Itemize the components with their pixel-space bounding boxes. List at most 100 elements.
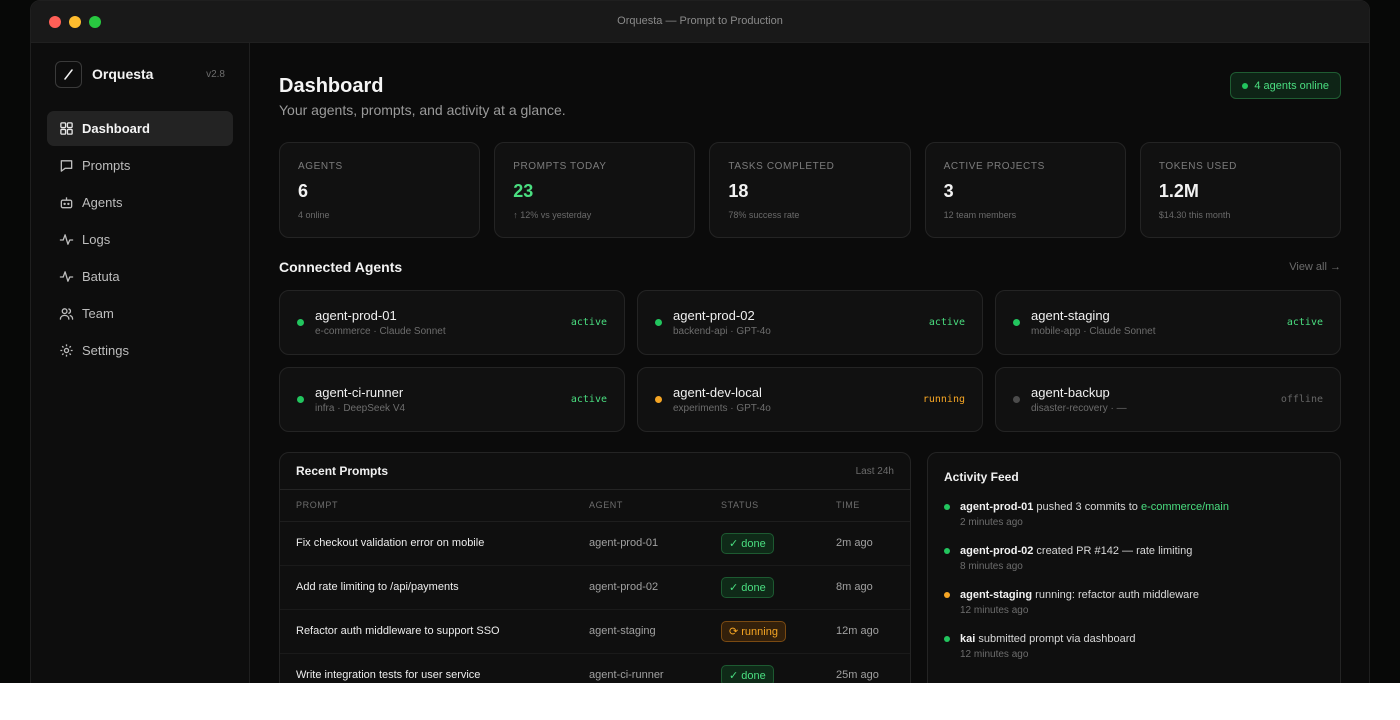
prompt-cell: Fix checkout validation error on mobile — [280, 521, 589, 566]
feed-dot-icon — [944, 548, 950, 554]
stat-label: PROMPTS TODAY — [513, 161, 607, 172]
agent-card[interactable]: agent-ci-runner infra · DeepSeek V4 activ… — [279, 367, 625, 432]
sidebar-item-prompts[interactable]: Prompts — [47, 148, 233, 183]
sidebar-item-batuta[interactable]: Batuta — [47, 259, 233, 294]
stat-sub: 78% success rate — [728, 210, 800, 220]
feed-item: agent-prod-02 created PR #142 — rate lim… — [944, 544, 1324, 572]
agent-card[interactable]: agent-dev-local experiments · GPT-4o runn… — [637, 367, 983, 432]
agent-meta: experiments · GPT-4o — [673, 403, 771, 414]
feed-actor: agent-prod-02 — [960, 545, 1034, 557]
prompt-cell: Add rate limiting to /api/payments — [280, 565, 589, 610]
table-row[interactable]: Refactor auth middleware to support SSO … — [280, 609, 910, 654]
stat-card-tasks-completed: TASKS COMPLETED 18 78% success rate — [709, 142, 911, 238]
agents-online-badge: 4 agents online — [1230, 72, 1341, 99]
feed-text: agent-prod-01 pushed 3 commits to e-comm… — [960, 500, 1229, 514]
agent-status: active — [928, 317, 965, 328]
agents-online-label: 4 agents online — [1254, 79, 1329, 92]
feed-time: 2 minutes ago — [960, 517, 1023, 528]
agent-name: agent-backup — [1031, 385, 1110, 400]
prompt-cell: Refactor auth middleware to support SSO — [280, 609, 589, 654]
feed-text: agent-staging running: refactor auth mid… — [960, 588, 1199, 602]
gear-icon — [60, 344, 73, 357]
agent-meta: disaster-recovery · — — [1031, 403, 1127, 414]
time-cell: 2m ago — [836, 521, 910, 566]
sidebar: Orquesta v2.8 Dashboard Prompts Agents L… — [31, 43, 250, 683]
status-badge: ✓ done — [721, 576, 774, 598]
grid-icon — [60, 122, 73, 135]
agent-card[interactable]: agent-prod-02 backend-api · GPT-4o active — [637, 290, 983, 355]
agent-name: agent-dev-local — [673, 385, 762, 400]
column-header-status[interactable]: STATUS — [721, 490, 836, 522]
stat-sub: ↑ 12% vs yesterday — [513, 210, 592, 220]
feed-actor: kai — [960, 633, 976, 645]
feed-action: submitted prompt via dashboard — [975, 633, 1136, 645]
column-header-prompt[interactable]: PROMPT — [280, 490, 589, 522]
app-window: Orquesta — Prompt to Production Orquesta… — [30, 0, 1370, 683]
agent-card[interactable]: agent-prod-01 e-commerce · Claude Sonnet … — [279, 290, 625, 355]
feed-item: agent-prod-01 pushed 3 commits to e-comm… — [944, 500, 1324, 528]
status-dot-icon — [1013, 319, 1020, 326]
sidebar-item-team[interactable]: Team — [47, 296, 233, 331]
online-dot-icon — [1242, 82, 1249, 89]
sidebar-item-label: Agents — [82, 195, 123, 210]
feed-action: pushed 3 commits to — [1033, 501, 1141, 513]
agent-status: running — [922, 394, 965, 405]
stat-value: 6 — [298, 181, 309, 201]
time-cell: 8m ago — [836, 565, 910, 610]
sidebar-item-settings[interactable]: Settings — [47, 333, 233, 368]
activity-icon — [59, 271, 74, 282]
recent-prompts-header: Recent Prompts Last 24h — [280, 453, 910, 490]
connected-agents-header: Connected Agents View all → — [279, 259, 1341, 275]
feed-time: 12 minutes ago — [960, 605, 1029, 616]
status-badge: ⟳ running — [721, 620, 786, 642]
agent-card[interactable]: agent-backup disaster-recovery · — offlin… — [995, 367, 1341, 432]
view-all-link[interactable]: View all → — [1289, 261, 1341, 273]
agent-meta: mobile-app · Claude Sonnet — [1031, 326, 1156, 337]
sidebar-item-label: Prompts — [82, 158, 131, 173]
sidebar-item-logs[interactable]: Logs — [47, 222, 233, 257]
stat-value: 18 — [728, 181, 749, 201]
status-dot-icon — [655, 396, 662, 403]
agent-card[interactable]: agent-staging mobile-app · Claude Sonnet … — [995, 290, 1341, 355]
agent-meta: infra · DeepSeek V4 — [315, 403, 406, 414]
status-dot-icon — [655, 319, 662, 326]
stat-sub: 4 online — [298, 210, 330, 220]
sidebar-item-label: Dashboard — [82, 121, 150, 136]
sidebar-item-dashboard[interactable]: Dashboard — [47, 111, 233, 146]
agent-name: agent-prod-01 — [315, 308, 397, 323]
brand-version: v2.8 — [206, 68, 225, 80]
table-row[interactable]: Fix checkout validation error on mobile … — [280, 521, 910, 566]
activity-icon — [59, 234, 74, 245]
stat-label: AGENTS — [298, 161, 343, 172]
column-header-time[interactable]: TIME — [836, 490, 910, 522]
stat-label: TASKS COMPLETED — [728, 161, 835, 172]
window-title: Orquesta — Prompt to Production — [617, 15, 783, 27]
sidebar-item-agents[interactable]: Agents — [47, 185, 233, 220]
agent-status: active — [570, 394, 607, 405]
feed-dot-icon — [944, 636, 950, 642]
message-icon — [60, 160, 73, 172]
agent-cell: agent-prod-02 — [589, 565, 721, 610]
stat-value: 3 — [943, 181, 954, 201]
table-row[interactable]: Add rate limiting to /api/payments agent… — [280, 565, 910, 610]
feed-actor: agent-staging — [960, 589, 1033, 601]
users-icon — [59, 308, 74, 320]
title-bar: Orquesta — Prompt to Production — [31, 1, 1369, 43]
table-row[interactable]: Write integration tests for user service… — [280, 653, 910, 683]
prompt-cell: Write integration tests for user service — [280, 653, 589, 683]
section-title: Connected Agents — [279, 259, 403, 275]
brand: Orquesta v2.8 — [31, 43, 249, 89]
agent-meta: e-commerce · Claude Sonnet — [315, 326, 446, 337]
brand-name: Orquesta — [92, 66, 154, 82]
agent-cell: agent-ci-runner — [589, 653, 721, 683]
main-content: Dashboard Your agents, prompts, and acti… — [279, 43, 1342, 683]
time-range-label: Last 24h — [855, 465, 894, 477]
bot-icon — [60, 197, 73, 209]
stat-sub: $14.30 this month — [1158, 210, 1231, 220]
branch-link[interactable]: e-commerce/main — [1141, 501, 1229, 513]
agent-status: offline — [1280, 394, 1323, 405]
column-header-agent[interactable]: AGENT — [589, 490, 721, 522]
panel-title: Activity Feed — [944, 470, 1019, 484]
prompts-table: PROMPT AGENT STATUS TIME Fix checkout va… — [280, 490, 910, 683]
status-dot-icon — [1013, 396, 1020, 403]
